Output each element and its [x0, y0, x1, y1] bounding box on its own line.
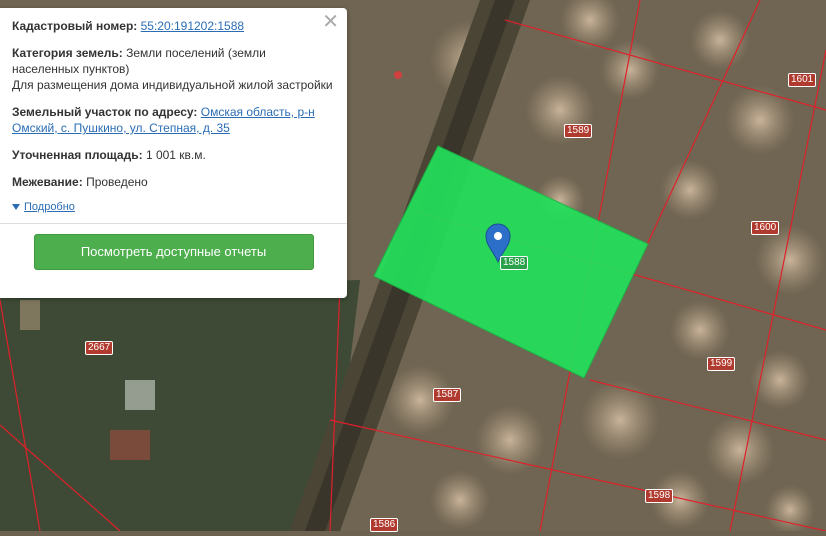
- plot-label[interactable]: 1598: [645, 489, 674, 503]
- plot-label[interactable]: 1589: [564, 124, 593, 138]
- survey-label: Межевание:: [12, 175, 83, 189]
- address-label: Земельный участок по адресу:: [12, 105, 198, 119]
- plot-label[interactable]: 1599: [707, 357, 736, 371]
- parcel-info-popup: ✕ Кадастровый номер: 55:20:191202:1588 К…: [0, 8, 347, 298]
- area-value: 1 001 кв.м.: [145, 148, 206, 162]
- details-toggle[interactable]: Подробно: [12, 201, 335, 213]
- plot-label[interactable]: 1586: [370, 518, 399, 532]
- plot-label[interactable]: 1600: [751, 221, 780, 235]
- land-usage-value: Для размещения дома индивидуальной жилой…: [12, 78, 333, 92]
- area-row: Уточненная площадь: 1 001 кв.м.: [12, 147, 335, 163]
- area-label: Уточненная площадь:: [12, 148, 143, 162]
- plot-label[interactable]: 2667: [85, 341, 114, 355]
- cadastral-number-link[interactable]: 55:20:191202:1588: [141, 19, 244, 33]
- plot-label[interactable]: 1587: [433, 388, 462, 402]
- cadastral-number-row: Кадастровый номер: 55:20:191202:1588: [12, 18, 335, 34]
- divider: [0, 223, 347, 224]
- plot-label[interactable]: 1588: [500, 256, 529, 270]
- land-category-row: Категория земель: Земли поселений (земли…: [12, 45, 335, 93]
- address-row: Земельный участок по адресу: Омская обла…: [12, 104, 335, 136]
- details-link[interactable]: Подробно: [24, 201, 75, 213]
- plot-label[interactable]: 1601: [788, 73, 817, 87]
- survey-row: Межевание: Проведено: [12, 174, 335, 190]
- close-icon[interactable]: ✕: [322, 12, 339, 32]
- land-category-label: Категория земель:: [12, 46, 123, 60]
- cadastral-number-label: Кадастровый номер:: [12, 19, 138, 33]
- view-reports-button[interactable]: Посмотреть доступные отчеты: [33, 234, 314, 270]
- survey-value: Проведено: [86, 175, 148, 189]
- triangle-down-icon: [12, 204, 20, 210]
